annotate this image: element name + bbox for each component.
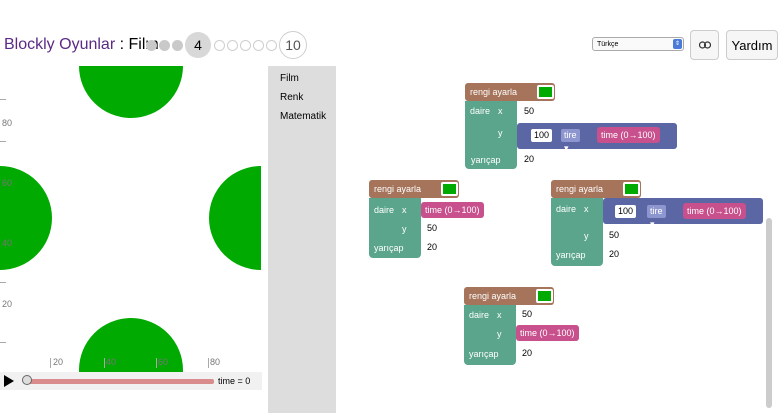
select-arrow-icon: ⇕ [673,39,682,49]
time-block[interactable]: time (0→100) [597,127,660,143]
op-label: tire [650,206,663,216]
workspace-scrollbar[interactable] [766,218,772,408]
radius-label: yarıçap [556,250,586,260]
help-button[interactable]: Yardım [726,30,778,60]
link-icon [698,41,711,49]
h-label-60: 60 [158,357,169,367]
time-block[interactable]: time (0→100) [516,325,579,341]
language-value: Türkçe [597,41,619,48]
set-color-label: rengi ayarla [470,87,518,97]
y-value[interactable]: 50 [424,222,441,235]
color-swatch[interactable] [623,182,640,196]
language-select[interactable]: Türkçe ⇕ [592,37,684,51]
vertical-axis: 80 60 40 20 [0,66,14,372]
current-level[interactable]: 4 [185,32,211,58]
time-slider-knob[interactable] [22,375,32,385]
set-color-label: rengi ayarla [556,184,604,194]
toolbox-category-matematik[interactable]: Matematik [280,111,326,122]
set-color-label: rengi ayarla [469,291,517,301]
h-label-80: 80 [210,357,221,367]
level-2-dot[interactable] [159,39,170,51]
h-tick [50,358,51,368]
arith-number[interactable]: 100 [615,205,637,218]
level-9-dot[interactable] [266,39,277,51]
x-label: x [498,106,503,116]
level-8-dot[interactable] [253,39,264,51]
y-label: y [497,329,502,339]
radius-label: yarıçap [471,155,501,165]
level-5-dot[interactable] [214,39,225,51]
radius-label: yarıçap [469,349,499,359]
play-icon[interactable] [4,375,14,387]
radius-value[interactable]: 20 [519,347,536,360]
title-separator: : [115,36,129,53]
v-label-20: 20 [2,299,13,309]
op-dropdown[interactable]: tire ▾ [647,205,666,229]
set-color-label: rengi ayarla [374,184,422,194]
circle-label: daire [470,106,491,116]
time-block[interactable]: time (0→100) [421,202,484,218]
y-value[interactable]: 50 [606,229,623,242]
x-label: x [584,204,589,214]
x-value[interactable]: 50 [521,105,538,118]
arith-number[interactable]: 100 [531,129,553,142]
horizontal-axis: 20 40 60 80 [0,352,261,370]
app-title-link[interactable]: Blockly Oyunlar [4,36,115,53]
toolbox-category-film[interactable]: Film [280,73,299,84]
color-swatch[interactable] [536,289,553,303]
time-slider-track[interactable] [26,379,214,384]
toolbox-category-renk[interactable]: Renk [280,92,303,103]
v-label-60: 60 [2,178,13,188]
h-label-40: 40 [106,357,117,367]
y-label: y [402,224,407,234]
radius-value[interactable]: 20 [606,248,623,261]
display-canvas [0,66,261,372]
time-label: time = 0 [218,376,251,386]
y-label: y [584,231,589,241]
h-tick [208,358,209,368]
page-title: Blockly Oyunlar : Film [4,36,159,54]
color-swatch[interactable] [537,85,554,99]
x-value[interactable]: 50 [519,308,536,321]
display-svg [0,66,261,372]
h-label-20: 20 [53,357,64,367]
circle-label: daire [374,205,395,215]
h-tick [156,358,157,368]
radius-label: yarıçap [374,243,404,253]
level-1-dot[interactable] [146,39,157,51]
level-3-dot[interactable] [172,39,183,51]
circle-label: daire [556,204,577,214]
toolbox: Film Renk Matematik [268,66,336,413]
radius-value[interactable]: 20 [424,241,441,254]
x-label: x [497,310,502,320]
link-button[interactable] [690,30,719,60]
playback-bar: time = 0 [0,372,262,390]
radius-value[interactable]: 20 [521,153,538,166]
h-tick [104,358,105,368]
level-6-dot[interactable] [227,39,238,51]
v-label-40: 40 [2,238,13,248]
y-label: y [498,128,503,138]
x-label: x [402,205,407,215]
level-7-dot[interactable] [240,39,251,51]
circle-label: daire [469,310,490,320]
v-tick [0,342,6,343]
v-tick [0,141,6,142]
v-label-80: 80 [2,118,13,128]
v-tick [0,99,6,100]
v-tick [0,282,6,283]
circle-top [79,66,183,118]
time-block[interactable]: time (0→100) [683,203,746,219]
color-swatch[interactable] [441,182,458,196]
op-label: tire [564,130,577,140]
circle-right [209,166,261,270]
op-dropdown[interactable]: tire ▾ [561,129,580,153]
header: Blockly Oyunlar : Film 4 10 Türkçe ⇕ Yar… [0,0,780,66]
last-level[interactable]: 10 [279,31,307,59]
level-selector: 4 10 [146,31,310,59]
